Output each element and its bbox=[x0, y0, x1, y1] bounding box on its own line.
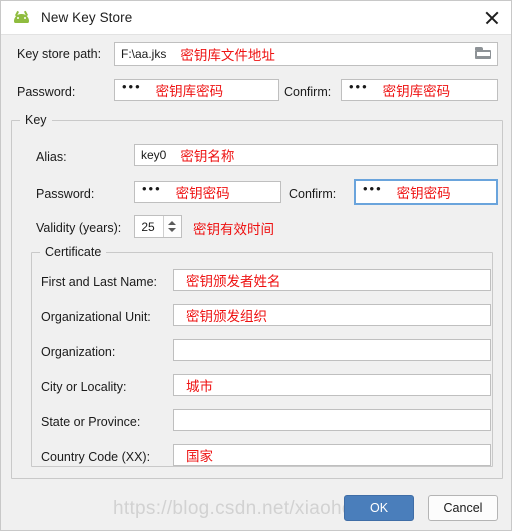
first-and-last-name-input[interactable]: 密钥颁发者姓名 bbox=[173, 269, 491, 291]
organizational-unit-label: Organizational Unit: bbox=[41, 310, 151, 324]
keystore-confirm-annotation: 密钥库密码 bbox=[382, 84, 451, 100]
keystore-password-input[interactable]: ••• 密钥库密码 bbox=[114, 79, 279, 101]
organization-input[interactable] bbox=[173, 339, 491, 361]
title-bar: New Key Store bbox=[1, 1, 511, 35]
first-and-last-name-annotation: 密钥颁发者姓名 bbox=[186, 274, 281, 290]
key-confirm-value: ••• bbox=[363, 181, 383, 196]
organization-label: Organization: bbox=[41, 345, 116, 359]
key-password-label: Password: bbox=[36, 187, 95, 201]
watermark-text: https://blog.csdn.net/xiaohelan bbox=[113, 498, 379, 519]
state-or-province-label: State or Province: bbox=[41, 415, 141, 429]
key-confirm-input[interactable]: ••• 密钥密码 bbox=[354, 179, 498, 205]
alias-annotation: 密钥名称 bbox=[180, 149, 235, 165]
stepper-arrows-icon[interactable] bbox=[163, 216, 181, 237]
keystore-password-annotation: 密钥库密码 bbox=[155, 84, 224, 100]
ok-button[interactable]: OK bbox=[344, 495, 414, 521]
validity-annotation: 密钥有效时间 bbox=[193, 222, 274, 238]
folder-icon[interactable] bbox=[475, 47, 491, 60]
keystore-confirm-value: ••• bbox=[349, 79, 369, 94]
key-password-input[interactable]: ••• 密钥密码 bbox=[134, 181, 281, 203]
certificate-group-legend: Certificate bbox=[40, 245, 107, 259]
country-code-annotation: 国家 bbox=[186, 449, 213, 465]
keystore-confirm-input[interactable]: ••• 密钥库密码 bbox=[341, 79, 498, 101]
close-icon[interactable] bbox=[479, 5, 505, 31]
alias-label: Alias: bbox=[36, 150, 67, 164]
key-password-value: ••• bbox=[142, 181, 162, 196]
key-password-annotation: 密钥密码 bbox=[175, 186, 230, 202]
android-robot-icon bbox=[12, 10, 31, 25]
alias-value: key0 bbox=[141, 148, 167, 162]
keystore-confirm-label: Confirm: bbox=[284, 85, 332, 99]
key-group-legend: Key bbox=[20, 113, 52, 127]
city-or-locality-label: City or Locality: bbox=[41, 380, 127, 394]
validity-stepper[interactable]: 25 bbox=[134, 215, 182, 238]
keystore-password-value: ••• bbox=[122, 79, 142, 94]
city-or-locality-annotation: 城市 bbox=[186, 379, 213, 395]
keystore-password-label: Password: bbox=[17, 85, 76, 99]
key-store-path-input[interactable]: F:\aa.jks 密钥库文件地址 bbox=[114, 42, 498, 66]
key-store-path-annotation: 密钥库文件地址 bbox=[180, 48, 275, 64]
first-and-last-name-label: First and Last Name: bbox=[41, 275, 158, 289]
cancel-button[interactable]: Cancel bbox=[428, 495, 498, 521]
country-code-label: Country Code (XX): bbox=[41, 450, 151, 464]
city-or-locality-input[interactable]: 城市 bbox=[173, 374, 491, 396]
validity-label: Validity (years): bbox=[36, 221, 122, 235]
window-title: New Key Store bbox=[41, 10, 133, 25]
country-code-input[interactable]: 国家 bbox=[173, 444, 491, 466]
key-confirm-annotation: 密钥密码 bbox=[396, 186, 451, 202]
new-key-store-dialog: New Key Store Key store path: F:\aa.jks … bbox=[0, 0, 512, 531]
alias-input[interactable]: key0 密钥名称 bbox=[134, 144, 498, 166]
organizational-unit-input[interactable]: 密钥颁发组织 bbox=[173, 304, 491, 326]
state-or-province-input[interactable] bbox=[173, 409, 491, 431]
validity-value: 25 bbox=[141, 219, 155, 234]
key-store-path-value: F:\aa.jks bbox=[121, 47, 167, 61]
key-store-path-label: Key store path: bbox=[17, 47, 102, 61]
organizational-unit-annotation: 密钥颁发组织 bbox=[186, 309, 267, 325]
key-confirm-label: Confirm: bbox=[289, 187, 337, 201]
